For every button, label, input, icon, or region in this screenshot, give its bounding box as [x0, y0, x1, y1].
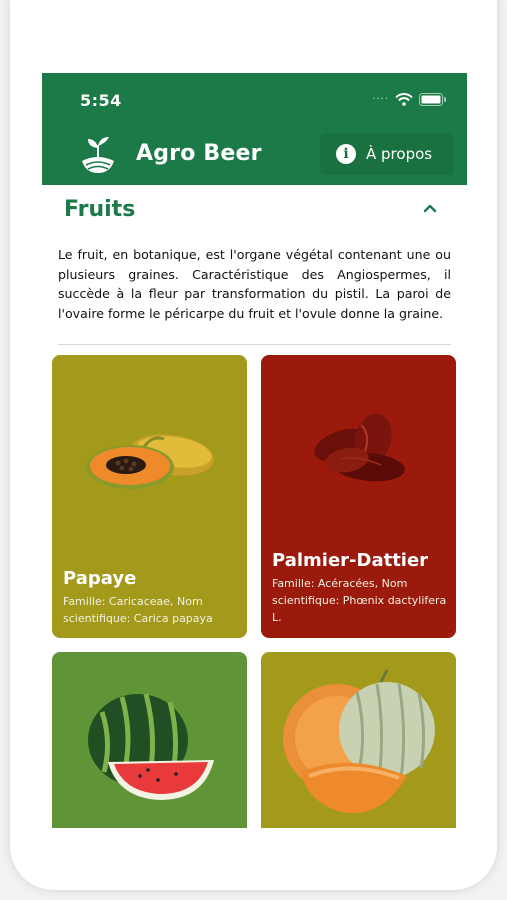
status-time: 5:54 [80, 91, 122, 110]
card-name: Papaye [63, 568, 137, 589]
app-header: 5:54 ···· Agro Beer i À propos [42, 73, 467, 185]
status-icons: ···· [372, 93, 447, 106]
app-title: Agro Beer [136, 141, 262, 166]
chevron-up-icon[interactable] [421, 201, 439, 215]
about-button-label: À propos [366, 145, 433, 163]
fruit-card-papaye[interactable]: Papaye Famille: Caricaceae, Nom scientif… [52, 355, 247, 638]
fruit-card-melon[interactable] [261, 652, 456, 828]
info-icon: i [336, 144, 356, 164]
signal-dots-icon: ···· [372, 94, 389, 105]
divider [58, 344, 451, 345]
dates-image [314, 413, 405, 482]
watermelon-image [88, 693, 214, 800]
fruit-card-palmier-dattier[interactable]: Palmier-Dattier Famille: Acéracées, Nom … [261, 355, 456, 638]
app-screen: 5:54 ···· Agro Beer i À propos Fruits Le… [42, 73, 467, 828]
card-info: Famille: Caricaceae, Nom scientifique: C… [63, 595, 213, 625]
section-description: Le fruit, en botanique, est l'organe vég… [58, 247, 451, 321]
melon-image [283, 669, 435, 814]
wifi-icon [395, 93, 413, 106]
card-name: Palmier-Dattier [272, 550, 429, 571]
fruit-card-watermelon[interactable] [52, 652, 247, 828]
card-info: Famille: Acéracées, Nom scientifique: Ph… [272, 577, 447, 624]
section-title: Fruits [64, 197, 136, 222]
battery-icon [419, 93, 446, 106]
about-button[interactable]: i À propos [320, 133, 454, 175]
fruits-section-header[interactable]: Fruits [42, 185, 467, 235]
agro-logo-icon [82, 137, 114, 173]
papaya-image [86, 434, 214, 489]
